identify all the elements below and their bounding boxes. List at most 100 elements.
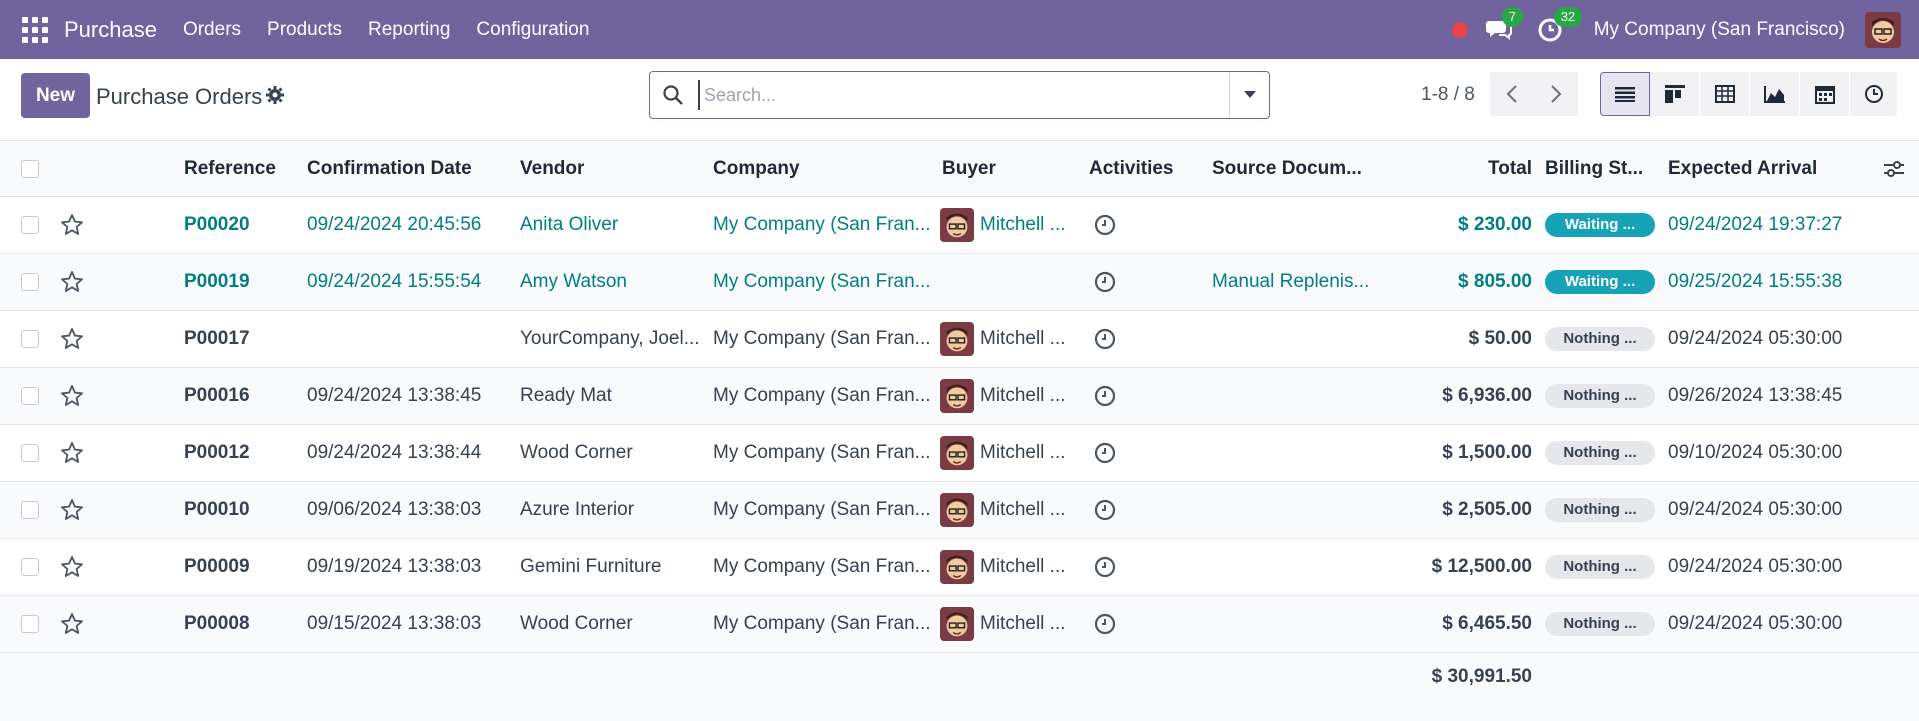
row-buyer: Mitchell ... — [940, 596, 1080, 652]
pager-value[interactable]: 1-8 / 8 — [1421, 84, 1475, 106]
column-reference[interactable]: Reference — [184, 141, 276, 196]
activity-view-button[interactable] — [1850, 72, 1898, 116]
row-total: $ 12,500.00 — [1431, 556, 1532, 577]
activity-clock-icon[interactable] — [1094, 539, 1116, 595]
activity-clock-icon[interactable] — [1094, 197, 1116, 253]
gear-icon[interactable] — [266, 86, 284, 104]
favorite-star-icon[interactable] — [60, 596, 84, 652]
menu-orders[interactable]: Orders — [183, 19, 241, 41]
pivot-view-button[interactable] — [1700, 72, 1750, 116]
row-vendor: Anita Oliver — [520, 214, 619, 235]
row-total: $ 2,505.00 — [1442, 499, 1532, 520]
row-checkbox[interactable] — [21, 197, 39, 253]
pager-next-button[interactable] — [1534, 72, 1578, 116]
activity-clock-icon[interactable] — [1094, 311, 1116, 367]
messages-button[interactable]: 7 — [1485, 6, 1523, 44]
activities-count-badge: 32 — [1553, 6, 1583, 27]
favorite-star-icon[interactable] — [60, 482, 84, 538]
optional-columns-toggle[interactable] — [1884, 141, 1904, 196]
row-source-document — [1212, 539, 1372, 595]
column-source-document[interactable]: Source Docum... — [1212, 141, 1362, 196]
list-view-button[interactable] — [1600, 72, 1650, 116]
row-checkbox[interactable] — [21, 596, 39, 652]
favorite-star-icon[interactable] — [60, 539, 84, 595]
row-billing-status: Nothing ... — [1545, 539, 1655, 595]
row-source-document — [1212, 482, 1372, 538]
kanban-view-button[interactable] — [1650, 72, 1700, 116]
row-buyer: Mitchell ... — [940, 539, 1080, 595]
column-confirmation-date[interactable]: Confirmation Date — [307, 141, 472, 196]
top-navbar: Purchase Orders Products Reporting Confi… — [0, 0, 1919, 59]
calendar-view-button[interactable] — [1800, 72, 1850, 116]
record-indicator-icon[interactable] — [1451, 21, 1468, 38]
row-billing-status: Waiting ... — [1545, 197, 1655, 253]
buyer-name: Mitchell ... — [980, 556, 1066, 577]
activity-clock-icon[interactable] — [1094, 254, 1116, 310]
table-row[interactable]: P00010 09/06/2024 13:38:03 Azure Interio… — [0, 482, 1919, 539]
row-billing-status: Nothing ... — [1545, 482, 1655, 538]
table-row[interactable]: P00017 YourCompany, Joel... My Company (… — [0, 311, 1919, 368]
column-expected-arrival[interactable]: Expected Arrival — [1668, 141, 1817, 196]
row-checkbox[interactable] — [21, 539, 39, 595]
row-total: $ 6,936.00 — [1442, 385, 1532, 406]
buyer-avatar — [940, 550, 974, 584]
row-billing-status: Nothing ... — [1545, 368, 1655, 424]
search-icon — [663, 85, 683, 105]
caret-down-icon — [1243, 91, 1256, 98]
favorite-star-icon[interactable] — [60, 254, 84, 310]
column-company[interactable]: Company — [713, 141, 800, 196]
select-all-checkbox[interactable] — [21, 141, 39, 196]
row-checkbox[interactable] — [21, 368, 39, 424]
buyer-avatar — [940, 436, 974, 470]
row-source-document — [1212, 425, 1372, 481]
favorite-star-icon[interactable] — [60, 197, 84, 253]
menu-reporting[interactable]: Reporting — [368, 19, 450, 41]
row-confirmation-date: 09/06/2024 13:38:03 — [307, 499, 482, 520]
row-checkbox[interactable] — [21, 482, 39, 538]
row-vendor: Gemini Furniture — [520, 556, 662, 577]
table-row[interactable]: P00019 09/24/2024 15:55:54 Amy Watson My… — [0, 254, 1919, 311]
favorite-star-icon[interactable] — [60, 368, 84, 424]
company-switcher[interactable]: My Company (San Francisco) — [1594, 19, 1845, 41]
list-footer: $ 30,991.50 — [0, 649, 1919, 705]
user-avatar[interactable] — [1865, 11, 1901, 48]
graph-view-button[interactable] — [1750, 72, 1800, 116]
buyer-avatar — [940, 208, 974, 242]
activity-clock-icon[interactable] — [1094, 596, 1116, 652]
row-checkbox[interactable] — [21, 254, 39, 310]
favorite-star-icon[interactable] — [60, 311, 84, 367]
row-buyer: Mitchell ... — [940, 368, 1080, 424]
row-expected-arrival: 09/24/2024 05:30:00 — [1668, 499, 1843, 520]
row-checkbox[interactable] — [21, 311, 39, 367]
activity-clock-icon[interactable] — [1094, 368, 1116, 424]
activities-button[interactable]: 32 — [1538, 6, 1583, 44]
row-billing-status: Waiting ... — [1545, 254, 1655, 310]
menu-products[interactable]: Products — [267, 19, 342, 41]
table-row[interactable]: P00020 09/24/2024 20:45:56 Anita Oliver … — [0, 197, 1919, 254]
new-button[interactable]: New — [21, 73, 90, 118]
pager-previous-button[interactable] — [1490, 72, 1534, 116]
column-vendor[interactable]: Vendor — [520, 141, 584, 196]
column-buyer[interactable]: Buyer — [942, 141, 996, 196]
table-row[interactable]: P00008 09/15/2024 13:38:03 Wood Corner M… — [0, 596, 1919, 653]
table-row[interactable]: P00016 09/24/2024 13:38:45 Ready Mat My … — [0, 368, 1919, 425]
column-total[interactable]: Total — [1400, 141, 1532, 196]
row-source-document — [1212, 311, 1372, 367]
row-checkbox[interactable] — [21, 425, 39, 481]
app-name[interactable]: Purchase — [64, 17, 157, 43]
column-billing-status[interactable]: Billing St... — [1545, 141, 1643, 196]
column-activities[interactable]: Activities — [1089, 141, 1173, 196]
activity-clock-icon[interactable] — [1094, 482, 1116, 538]
apps-menu-icon[interactable] — [22, 16, 48, 43]
menu-configuration[interactable]: Configuration — [476, 19, 589, 41]
favorite-star-icon[interactable] — [60, 425, 84, 481]
activity-clock-icon[interactable] — [1094, 425, 1116, 481]
table-row[interactable]: P00012 09/24/2024 13:38:44 Wood Corner M… — [0, 425, 1919, 482]
calendar-icon — [1814, 86, 1835, 104]
search-options-toggle[interactable] — [1229, 72, 1269, 118]
search-input[interactable] — [698, 80, 1218, 110]
row-confirmation-date: 09/24/2024 13:38:45 — [307, 385, 482, 406]
table-row[interactable]: P00009 09/19/2024 13:38:03 Gemini Furnit… — [0, 539, 1919, 596]
row-company: My Company (San Fran... — [713, 613, 931, 634]
row-company: My Company (San Fran... — [713, 214, 931, 235]
